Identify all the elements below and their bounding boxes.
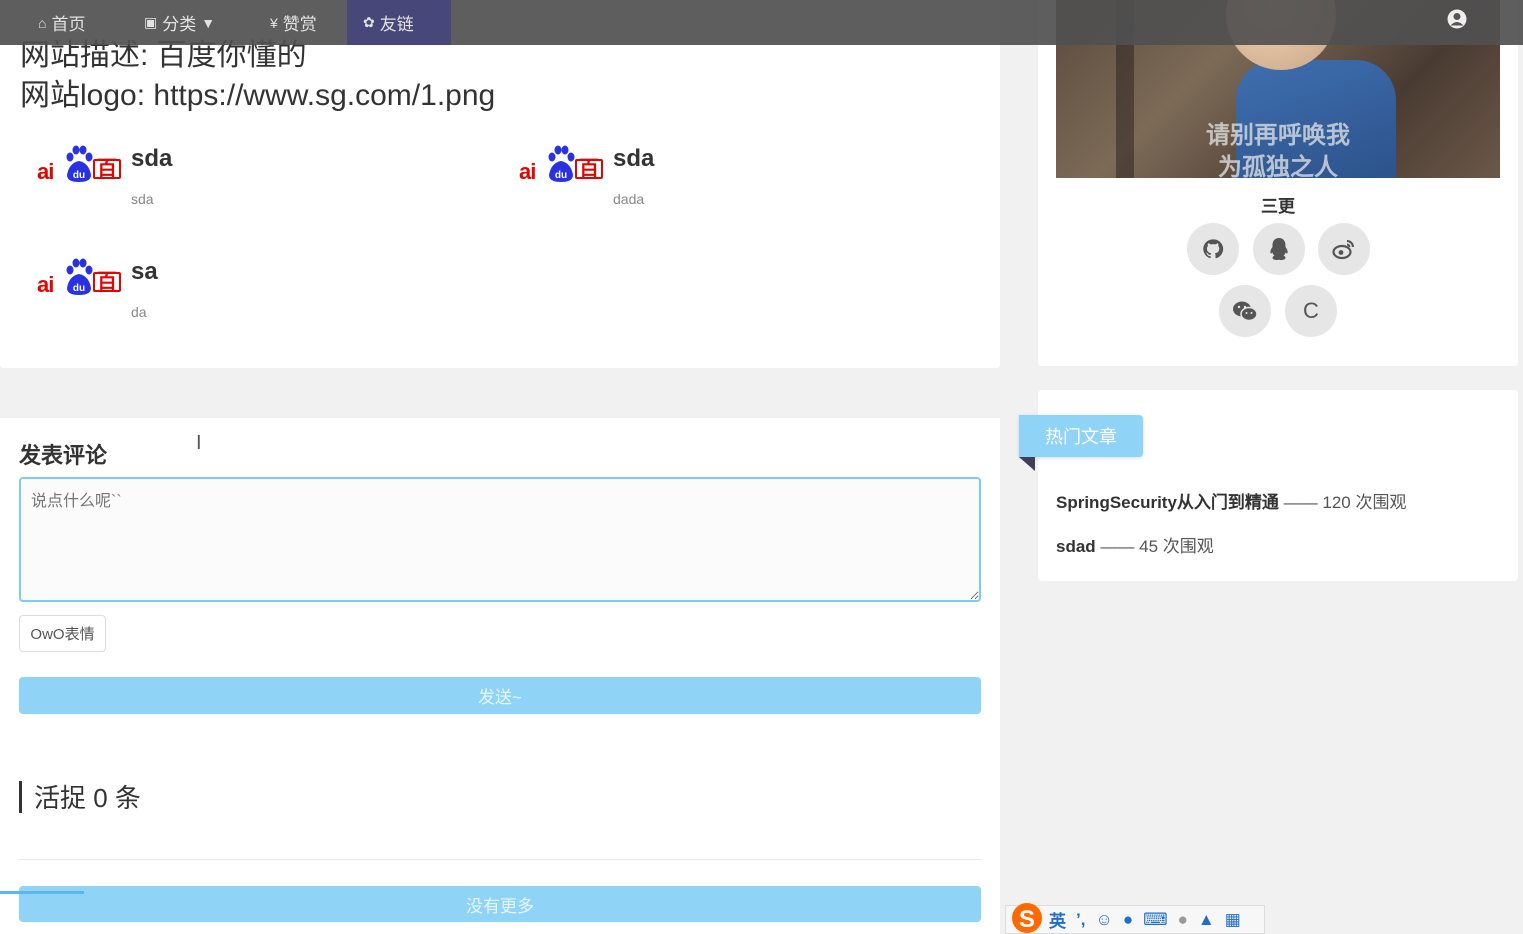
baidu-paw-icon: du	[66, 258, 93, 295]
reward-icon: ¥	[270, 14, 278, 31]
logo-bai-text: 百	[93, 159, 121, 179]
mic-icon[interactable]: ●	[1123, 910, 1133, 930]
csdn-icon: C	[1303, 298, 1319, 323]
hot-article-item[interactable]: SpringSecurity从入门到精通 —— 120 次围观	[1056, 488, 1406, 513]
chevron-down-icon: ▼	[201, 14, 216, 31]
baidu-paw-icon: du	[548, 145, 575, 182]
link-desc: da	[131, 304, 147, 320]
home-icon: ⌂	[38, 14, 47, 31]
link-title: sda	[131, 145, 173, 172]
nav-item-reward[interactable]: ¥ 赞赏	[254, 0, 333, 45]
text-cursor-icon: I	[196, 432, 202, 454]
link-title: sda	[613, 145, 655, 172]
nav-item-category[interactable]: ▣ 分类 ▼	[128, 0, 236, 45]
link-desc: dada	[613, 191, 645, 207]
comment-count: 活捉 0 条	[19, 778, 141, 815]
baidu-logo: ai du 百	[519, 145, 603, 189]
qq-button[interactable]	[1253, 223, 1305, 275]
comment-count-text: 活捉 0 条	[34, 783, 141, 813]
hot-article-title[interactable]: sdad	[1056, 537, 1096, 556]
load-more-button[interactable]: 没有更多	[19, 886, 981, 922]
nav-label: 友链	[379, 15, 414, 34]
emoji-icon[interactable]: ☺	[1095, 910, 1112, 930]
ime-lang-toggle[interactable]: 英	[1049, 907, 1066, 932]
author-name: 三更	[1261, 197, 1295, 216]
sogou-logo-icon[interactable]: S	[1010, 901, 1044, 933]
link-title: sa	[131, 258, 158, 285]
send-button[interactable]: 发送~	[19, 677, 981, 714]
friend-link-item[interactable]: ai du 百 sa da	[37, 258, 158, 320]
wechat-button[interactable]	[1219, 285, 1271, 337]
svg-text:du: du	[555, 170, 567, 181]
qq-icon	[1270, 238, 1288, 260]
baidu-logo: ai du 百	[37, 258, 121, 302]
skin-icon[interactable]: ▲	[1198, 910, 1215, 930]
banner-caption-line: 请别再呼唤我	[1206, 122, 1350, 149]
top-navbar: ⌂ 首页 ▣ 分类 ▼ ¥ 赞赏 ✿ 友链	[0, 0, 1523, 45]
hot-article-views: —— 45 次围观	[1100, 537, 1214, 556]
punct-icon[interactable]: ’,	[1076, 910, 1085, 930]
user-icon[interactable]	[1447, 9, 1467, 29]
svg-text:S: S	[1019, 906, 1035, 933]
github-icon	[1203, 239, 1224, 259]
baidu-paw-icon: du	[66, 145, 93, 182]
ribbon-fold	[1019, 457, 1035, 471]
comment-title: 发表评论	[19, 443, 108, 468]
github-button[interactable]	[1187, 223, 1239, 275]
logo-ai-text: ai	[37, 272, 54, 297]
csdn-button[interactable]: C	[1285, 285, 1337, 337]
friend-link-item[interactable]: ai du 百 sda dada	[519, 145, 654, 207]
baidu-logo: ai du 百	[37, 145, 121, 189]
svg-text:du: du	[73, 283, 85, 294]
hot-article-views: —— 120 次围观	[1283, 493, 1407, 512]
weibo-button[interactable]	[1318, 223, 1370, 275]
nav-item-home[interactable]: ⌂ 首页	[22, 0, 101, 45]
nav-item-friend-links[interactable]: ✿ 友链	[347, 0, 451, 45]
ime-toolbar: S 英 ’, ☺ ● ⌨ ● ▲ ▦	[1005, 902, 1265, 934]
comment-textarea[interactable]	[19, 477, 981, 602]
nav-label: 赞赏	[282, 15, 317, 34]
friend-link-item[interactable]: ai du 百 sda sda	[37, 145, 172, 207]
hot-article-title[interactable]: SpringSecurity从入门到精通	[1056, 493, 1279, 512]
user-icon[interactable]: ●	[1178, 910, 1188, 930]
nav-label: 首页	[51, 15, 86, 34]
nav-label: 分类	[162, 15, 197, 34]
logo-ai-text: ai	[519, 159, 536, 184]
divider	[19, 859, 981, 860]
paw-icon: ✿	[363, 14, 375, 30]
logo-bai-text: 百	[93, 272, 121, 292]
category-icon: ▣	[144, 14, 158, 30]
link-desc: sda	[131, 191, 154, 207]
logo-ai-text: ai	[37, 159, 54, 184]
site-logo-url: 网站logo: https://www.sg.com/1.png	[20, 79, 496, 112]
owo-emoji-button[interactable]: OwO表情	[19, 615, 106, 652]
banner-caption-line: 为孤独之人	[1218, 154, 1338, 178]
hot-article-item[interactable]: sdad —— 45 次围观	[1056, 532, 1214, 557]
page-progress-bar	[0, 891, 84, 894]
weibo-icon	[1332, 240, 1354, 260]
keyboard-icon[interactable]: ⌨	[1143, 910, 1168, 930]
svg-text:du: du	[73, 170, 85, 181]
grid-icon[interactable]: ▦	[1225, 910, 1241, 930]
count-accent-bar	[19, 780, 22, 813]
logo-bai-text: 百	[575, 159, 603, 179]
wechat-icon	[1233, 301, 1258, 322]
hot-articles-title: 热门文章	[1019, 415, 1143, 457]
